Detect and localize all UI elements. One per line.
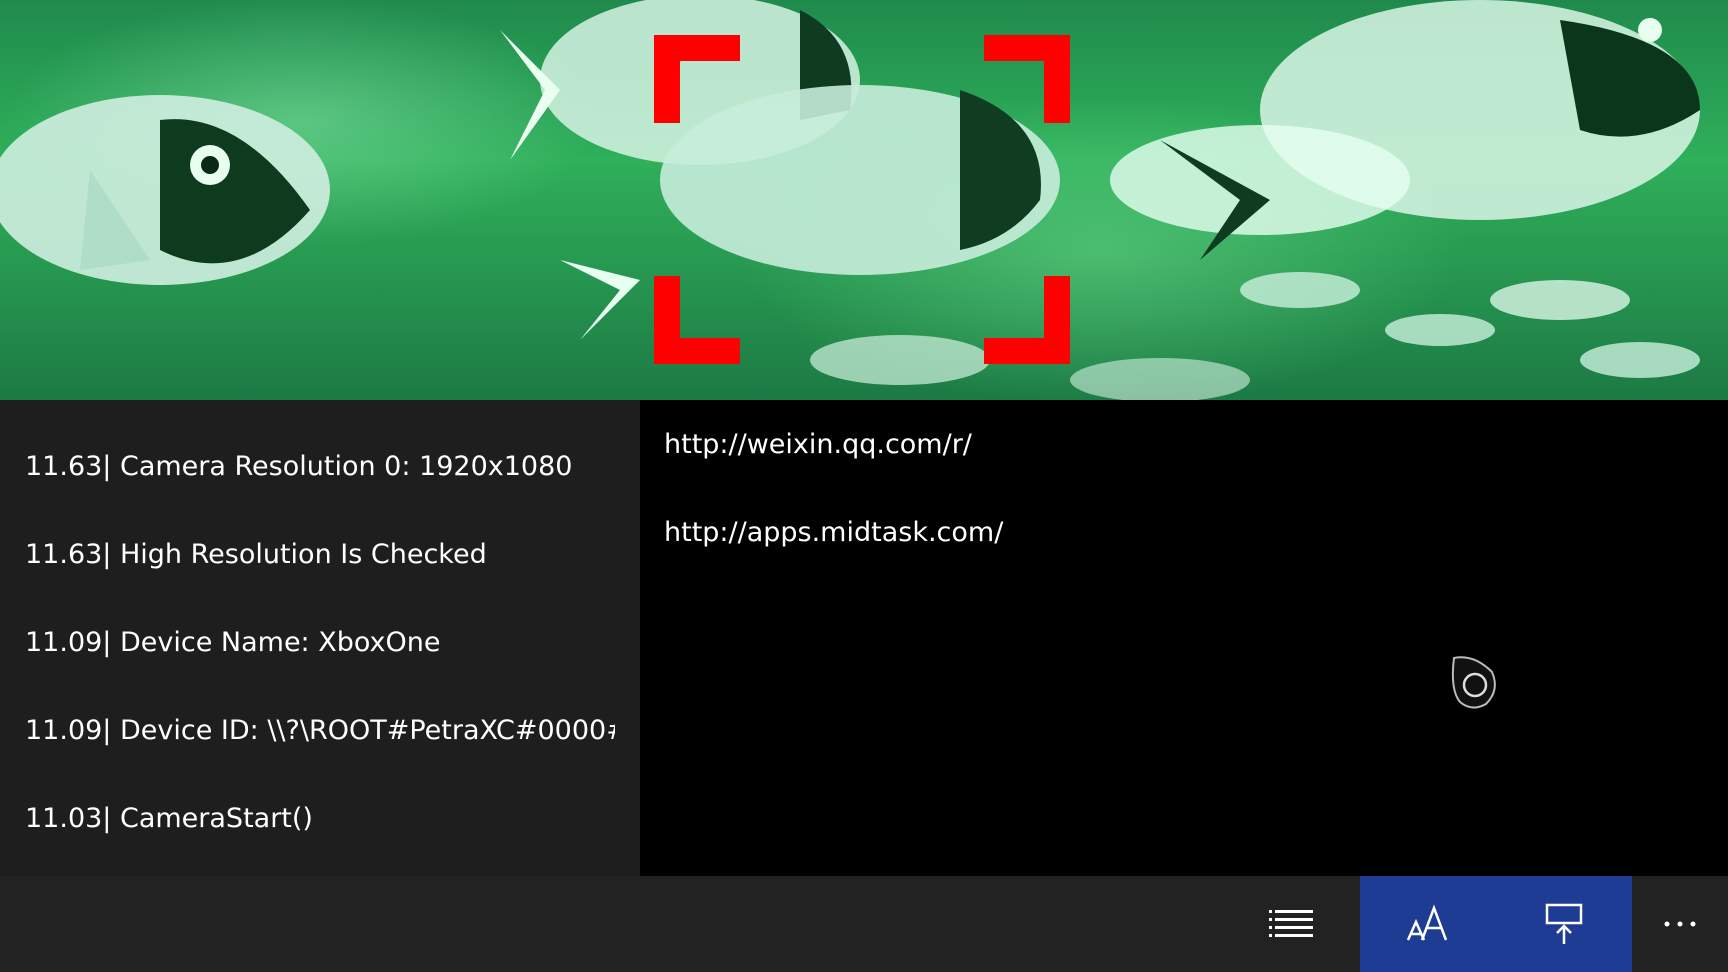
cursor-icon (1451, 656, 1496, 709)
result-url[interactable]: http://weixin.qq.com/r/ (664, 425, 972, 465)
log-line: 11.03| CameraStart() (25, 803, 313, 834)
fish-background (0, 0, 1700, 400)
present-button[interactable] (1496, 876, 1632, 972)
list-icon (1269, 910, 1313, 937)
result-url[interactable]: http://apps.midtask.com/ (664, 513, 1003, 553)
scan-bracket-bottom-right (984, 276, 1070, 364)
more-icon (1664, 921, 1696, 927)
camera-preview (0, 0, 1728, 400)
scan-results-panel: http://weixin.qq.com/r/ http://apps.midt… (640, 400, 1728, 876)
scan-bracket-top-left (654, 35, 740, 123)
font-size-icon (1406, 904, 1448, 941)
app-bar (0, 876, 1728, 972)
log-line: 11.63| High Resolution Is Checked (25, 539, 487, 570)
log-line: 11.09| Device ID: \\?\ROOT#PetraXC#0000#… (25, 715, 615, 746)
log-line: 11.09| Device Name: XboxOne (25, 627, 441, 658)
log-line: 11.63| Camera Resolution 0: 1920x1080 (25, 451, 573, 482)
scan-bracket-bottom-left (654, 276, 740, 364)
present-icon (1545, 903, 1583, 944)
scan-bracket-top-right (984, 35, 1070, 123)
more-button[interactable] (1632, 876, 1728, 972)
font-size-button[interactable] (1360, 876, 1496, 972)
log-panel[interactable]: 11.63| Camera Resolution 0: 1920x1080 11… (0, 400, 640, 876)
list-button[interactable] (1246, 876, 1336, 972)
